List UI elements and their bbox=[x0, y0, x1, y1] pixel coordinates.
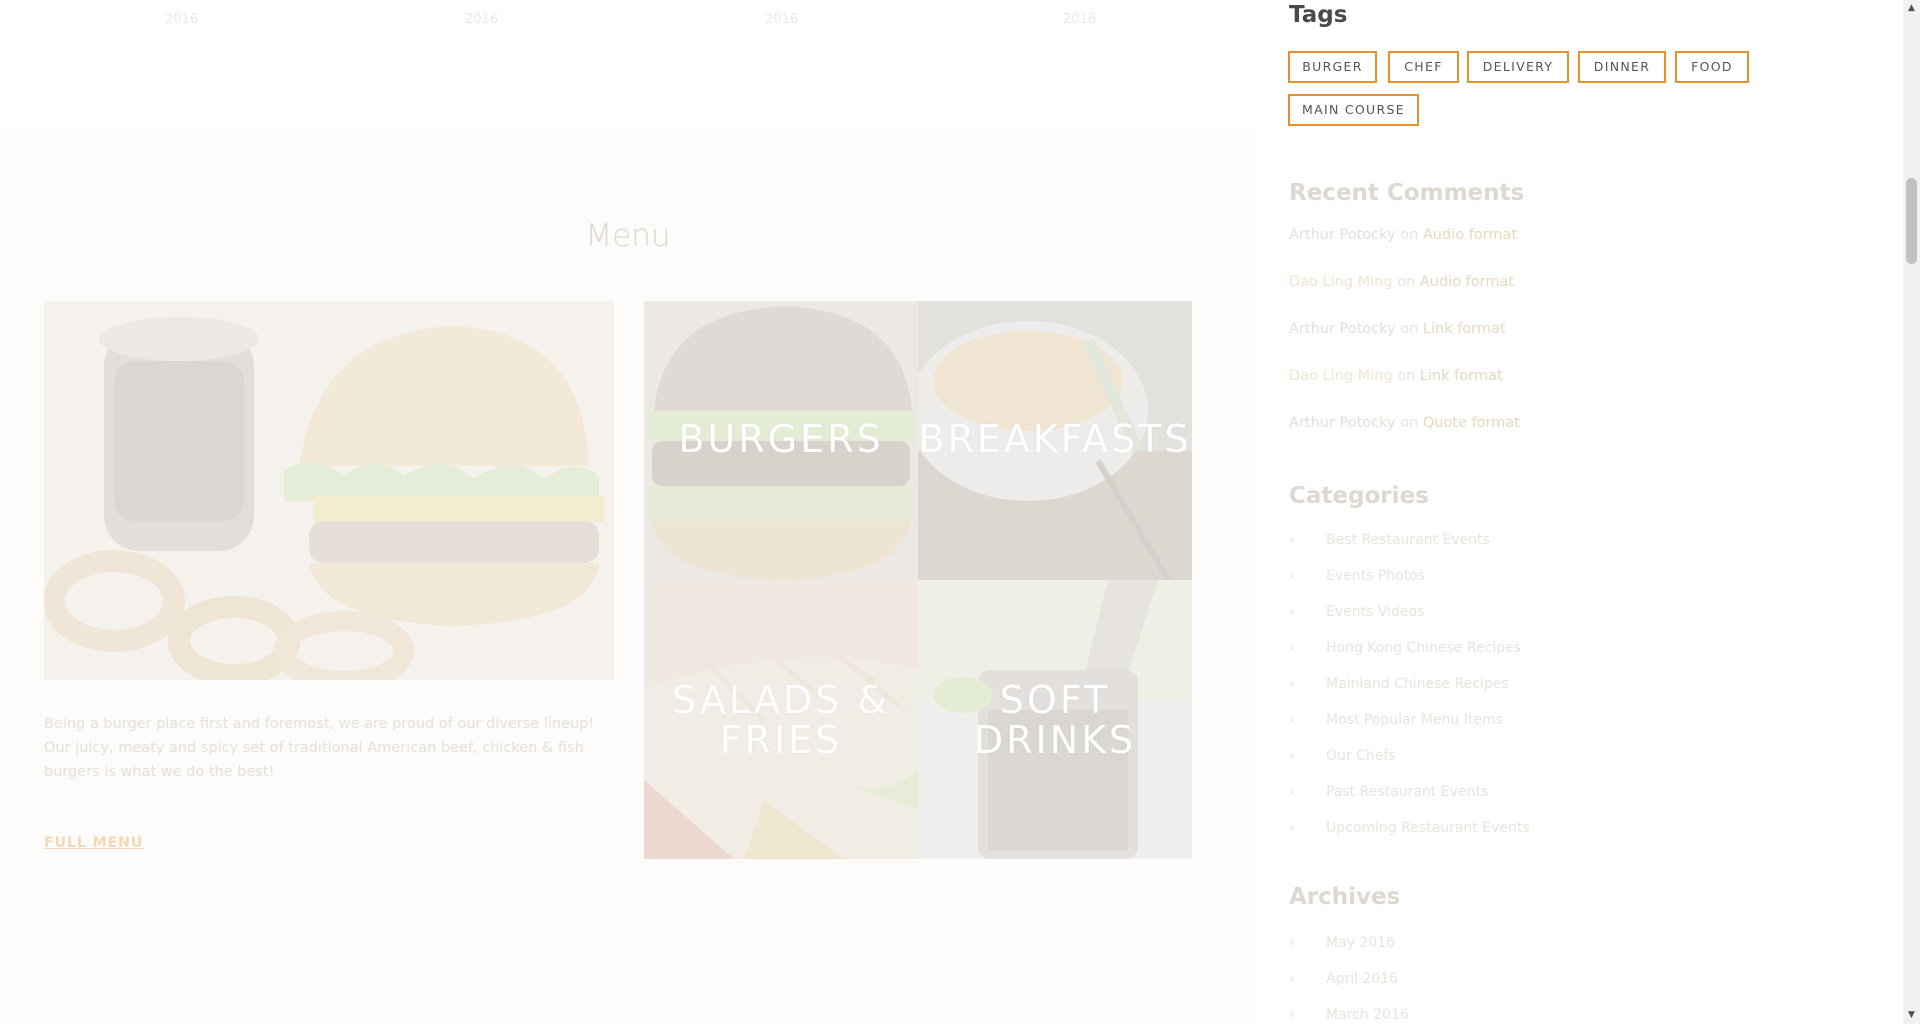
comment-author[interactable]: Dao Ling Ming bbox=[1289, 274, 1393, 290]
category-label: Events Videos bbox=[1326, 604, 1425, 620]
category-label: Events Photos bbox=[1326, 568, 1426, 584]
recent-comments-title: Recent Comments bbox=[1289, 180, 1525, 206]
scroll-down-arrow-icon[interactable]: ▼ bbox=[1903, 1007, 1920, 1024]
year-strip: 2016 2016 2016 2016 bbox=[0, 0, 1256, 128]
sidebar: Tags BURGER CHEF DELIVERY DINNER FOOD MA… bbox=[1256, 0, 1903, 1024]
tag-dinner[interactable]: DINNER bbox=[1578, 51, 1666, 83]
tile-label: SALADS & bbox=[672, 678, 890, 722]
tile-label: BURGERS bbox=[678, 417, 884, 461]
chevron-right-icon: › bbox=[1289, 604, 1295, 620]
archive-item[interactable]: › May 2016 bbox=[1289, 935, 1395, 951]
category-item[interactable]: › Mainland Chinese Recipes bbox=[1289, 676, 1509, 692]
comment-post-link[interactable]: Quote format bbox=[1423, 415, 1520, 431]
archive-label: May 2016 bbox=[1326, 935, 1396, 951]
tag-chef[interactable]: CHEF bbox=[1388, 51, 1459, 83]
comment-post-link[interactable]: Link format bbox=[1420, 368, 1503, 384]
category-label: Upcoming Restaurant Events bbox=[1326, 820, 1530, 836]
chevron-right-icon: › bbox=[1289, 568, 1295, 584]
comment-author[interactable]: Arthur Potocky bbox=[1289, 321, 1396, 337]
tag-burger[interactable]: BURGER bbox=[1288, 51, 1377, 83]
chevron-right-icon: › bbox=[1289, 640, 1295, 656]
comment-item: Dao Ling Ming on Audio format bbox=[1289, 274, 1514, 290]
comment-on: on bbox=[1400, 227, 1419, 243]
year-label: 2016 bbox=[1063, 12, 1097, 27]
menu-description: Being a burger place first and foremost,… bbox=[44, 716, 595, 780]
chevron-right-icon: › bbox=[1289, 935, 1295, 951]
tag-food[interactable]: FOOD bbox=[1675, 51, 1749, 83]
tile-label: FRIES bbox=[719, 718, 843, 762]
categories-title: Categories bbox=[1289, 483, 1429, 509]
comment-item: Dao Ling Ming on Link format bbox=[1289, 368, 1503, 384]
menu-tile-burgers[interactable]: BURGERS bbox=[644, 301, 918, 580]
chevron-right-icon: › bbox=[1289, 971, 1295, 987]
chevron-right-icon: › bbox=[1289, 820, 1295, 836]
chevron-right-icon: › bbox=[1289, 676, 1295, 692]
comment-author[interactable]: Arthur Potocky bbox=[1289, 415, 1396, 431]
category-item[interactable]: › Events Videos bbox=[1289, 604, 1424, 620]
archive-label: March 2016 bbox=[1326, 1007, 1409, 1023]
tags-title: Tags bbox=[1289, 2, 1348, 28]
comment-on: on bbox=[1400, 321, 1419, 337]
comment-post-link[interactable]: Audio format bbox=[1423, 227, 1517, 243]
menu-tile-breakfasts[interactable]: BREAKFASTS bbox=[918, 301, 1192, 580]
category-item[interactable]: › Most Popular Menu Items bbox=[1289, 712, 1503, 728]
menu-tile-soft-drinks[interactable]: SOFT DRINKS bbox=[918, 580, 1192, 859]
category-label: Past Restaurant Events bbox=[1326, 784, 1489, 800]
year-label: 2016 bbox=[765, 12, 799, 27]
comment-post-link[interactable]: Link format bbox=[1423, 321, 1506, 337]
category-item[interactable]: › Past Restaurant Events bbox=[1289, 784, 1488, 800]
category-label: Mainland Chinese Recipes bbox=[1326, 676, 1509, 692]
category-item[interactable]: › Our Chefs bbox=[1289, 748, 1396, 764]
category-item[interactable]: › Upcoming Restaurant Events bbox=[1289, 820, 1530, 836]
menu-tile-salads-fries[interactable]: SALADS & FRIES bbox=[644, 580, 918, 859]
comment-on: on bbox=[1397, 274, 1416, 290]
comment-item: Arthur Potocky on Audio format bbox=[1289, 227, 1517, 243]
year-label: 2016 bbox=[165, 12, 199, 27]
year-label: 2016 bbox=[465, 12, 499, 27]
category-label: Hong Kong Chinese Recipes bbox=[1326, 640, 1522, 656]
archives-title: Archives bbox=[1289, 884, 1401, 910]
full-menu-link[interactable]: FULL MENU bbox=[44, 835, 143, 851]
chevron-right-icon: › bbox=[1289, 784, 1295, 800]
tile-label: BREAKFASTS bbox=[918, 417, 1192, 461]
comment-on: on bbox=[1397, 368, 1416, 384]
comment-author[interactable]: Dao Ling Ming bbox=[1289, 368, 1393, 384]
comment-on: on bbox=[1400, 415, 1419, 431]
chevron-right-icon: › bbox=[1289, 1007, 1295, 1023]
category-label: Our Chefs bbox=[1326, 748, 1396, 764]
tile-label: SOFT bbox=[999, 678, 1111, 722]
archive-label: April 2016 bbox=[1326, 971, 1399, 987]
scroll-up-arrow-icon[interactable]: ▲ bbox=[1903, 0, 1920, 17]
comment-author[interactable]: Arthur Potocky bbox=[1289, 227, 1396, 243]
scrollbar-thumb[interactable] bbox=[1906, 178, 1917, 264]
comment-item: Arthur Potocky on Link format bbox=[1289, 321, 1506, 337]
tile-label: DRINKS bbox=[973, 718, 1137, 762]
category-item[interactable]: › Hong Kong Chinese Recipes bbox=[1289, 640, 1521, 656]
comment-post-link[interactable]: Audio format bbox=[1420, 274, 1514, 290]
chevron-right-icon: › bbox=[1289, 748, 1295, 764]
burger-hero-image bbox=[44, 301, 614, 680]
category-item[interactable]: › Best Restaurant Events bbox=[1289, 532, 1490, 548]
comment-item: Arthur Potocky on Quote format bbox=[1289, 415, 1520, 431]
page: 2016 2016 2016 2016 Menu Being a burger … bbox=[0, 0, 1903, 1024]
tag-main-course[interactable]: MAIN COURSE bbox=[1288, 94, 1419, 126]
category-item[interactable]: › Events Photos bbox=[1289, 568, 1425, 584]
menu-heading: Menu bbox=[585, 218, 671, 254]
main-column: 2016 2016 2016 2016 Menu Being a burger … bbox=[0, 0, 1256, 1024]
archive-item[interactable]: › April 2016 bbox=[1289, 971, 1398, 987]
vertical-scrollbar[interactable]: ▲ ▼ bbox=[1903, 0, 1920, 1024]
chevron-right-icon: › bbox=[1289, 712, 1295, 728]
chevron-right-icon: › bbox=[1289, 532, 1295, 548]
category-label: Best Restaurant Events bbox=[1326, 532, 1490, 548]
category-label: Most Popular Menu Items bbox=[1326, 712, 1503, 728]
tag-delivery[interactable]: DELIVERY bbox=[1467, 51, 1569, 83]
archive-item[interactable]: › March 2016 bbox=[1289, 1007, 1409, 1023]
